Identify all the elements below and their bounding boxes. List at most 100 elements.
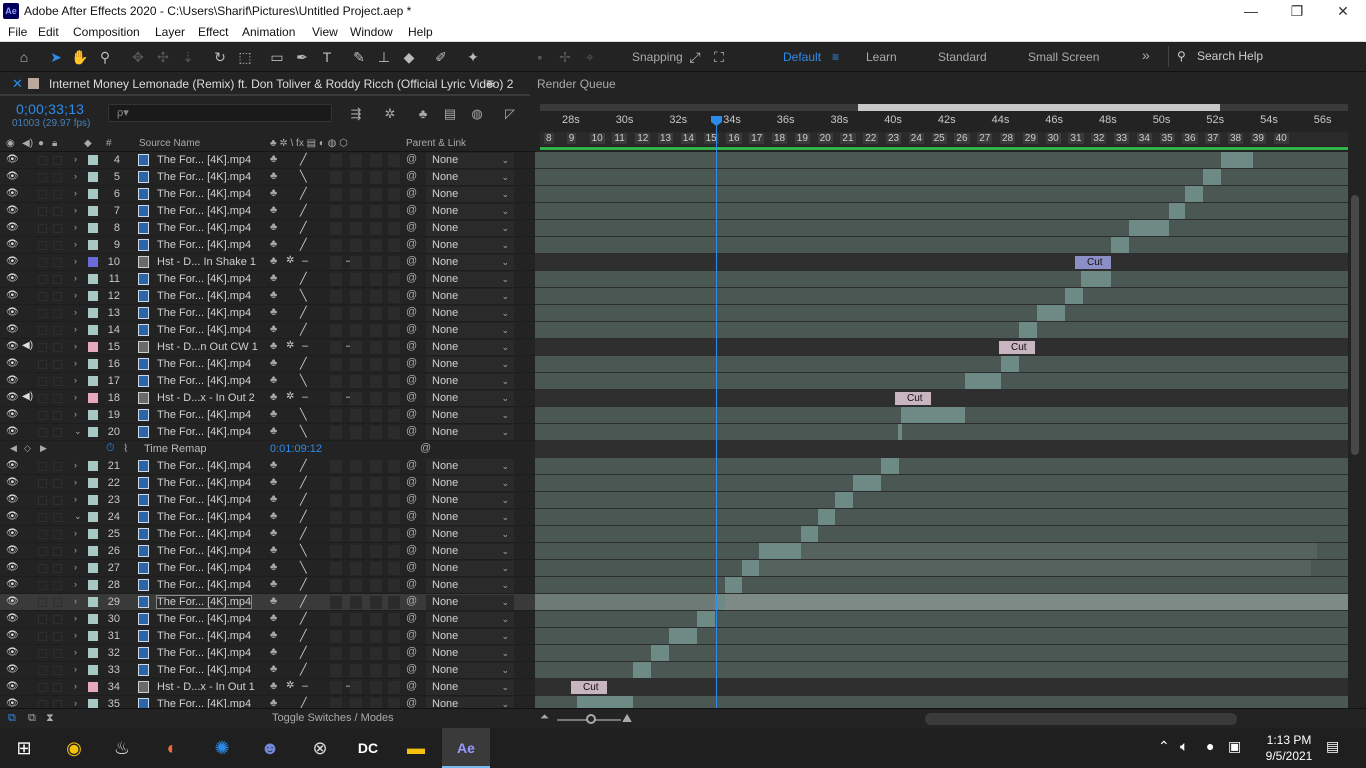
layer-name[interactable]: The For... [4K].mp4 [155, 595, 253, 609]
layer-clip[interactable] [1019, 322, 1037, 338]
3d-switch[interactable] [388, 290, 400, 303]
twirl-icon[interactable]: › [74, 307, 77, 317]
layer-track[interactable] [535, 458, 1348, 475]
quality-icon[interactable]: ╲ [300, 289, 307, 302]
twirl-icon[interactable]: › [74, 409, 77, 419]
layer-name[interactable]: The For... [4K].mp4 [157, 528, 251, 540]
comp-marker[interactable]: 32 [1091, 133, 1107, 144]
parent-select[interactable]: None ⌄ [426, 357, 514, 372]
shy-icon[interactable]: ♣ [270, 408, 277, 420]
stopwatch-icon[interactable]: ⏱ [106, 442, 115, 455]
pickwhip-icon[interactable]: @ [406, 306, 417, 318]
windows-start-icon[interactable]: ⊞ [0, 728, 48, 768]
motion-blur-switch[interactable] [350, 426, 362, 439]
adjustment-switch[interactable] [370, 392, 382, 405]
add-keyframe-icon[interactable]: ◇ [24, 443, 31, 454]
layer-name[interactable]: The For... [4K].mp4 [157, 647, 251, 659]
effect-switch[interactable] [330, 511, 342, 524]
shy-icon[interactable]: ♣ [270, 391, 277, 403]
layer-name[interactable]: The For... [4K].mp4 [157, 154, 251, 166]
comp-marker[interactable]: 25 [931, 133, 947, 144]
layer-row[interactable]: 👁︎ ⌄ 20 The For... [4K].mp4 ♣ ╲ @ None ⌄ [0, 424, 535, 441]
quality-icon[interactable]: ╲ [300, 561, 307, 574]
layer-clip[interactable] [759, 543, 801, 559]
adjustment-switch[interactable] [370, 188, 382, 201]
comp-marker[interactable]: 24 [908, 133, 924, 144]
quality-icon[interactable]: ╱ [300, 595, 307, 608]
quality-icon[interactable]: ╱ [300, 493, 307, 506]
parent-select[interactable]: None ⌄ [426, 629, 514, 644]
twirl-icon[interactable]: › [74, 579, 77, 589]
layer-clip[interactable] [669, 628, 697, 644]
lock-switch[interactable] [53, 564, 62, 573]
pickwhip-icon[interactable]: @ [406, 646, 417, 658]
motion-blur-switch[interactable] [350, 154, 362, 167]
battlenet-icon[interactable]: ✺ [198, 728, 246, 768]
comp-marker[interactable]: 36 [1182, 133, 1198, 144]
network-icon[interactable]: ▣ [1228, 738, 1241, 755]
adjustment-switch[interactable] [370, 324, 382, 337]
parent-select[interactable]: None ⌄ [426, 374, 514, 389]
effect-switch[interactable] [330, 171, 342, 184]
motion-blur-switch[interactable] [350, 630, 362, 643]
pickwhip-icon[interactable]: @ [406, 425, 417, 437]
effect-switch[interactable] [330, 613, 342, 626]
eye-icon[interactable]: 👁︎ [6, 358, 19, 369]
parent-select[interactable]: None ⌄ [426, 391, 514, 406]
layer-row[interactable]: 👁︎◀)›18Hst - D...x - In Out 2♣✲––@None⌄ [0, 390, 535, 407]
eye-icon[interactable]: 👁︎ [6, 392, 19, 403]
shy-icon[interactable]: ♣ [270, 629, 277, 641]
lock-switch[interactable] [53, 224, 62, 233]
layer-name[interactable]: The For... [4K].mp4 [157, 222, 251, 234]
twirl-icon[interactable]: › [74, 154, 77, 164]
layer-track[interactable] [535, 577, 1348, 594]
layer-clip[interactable] [835, 492, 853, 508]
label-color[interactable] [88, 495, 98, 505]
solo-switch[interactable] [38, 190, 47, 199]
layer-track[interactable] [535, 696, 1348, 708]
eye-icon[interactable]: 👁︎ [6, 341, 19, 352]
quality-icon[interactable]: ╱ [300, 459, 307, 472]
adjustment-switch[interactable] [370, 341, 382, 354]
lock-switch[interactable] [53, 479, 62, 488]
lock-switch[interactable] [53, 241, 62, 250]
solo-switch[interactable] [38, 700, 47, 708]
eye-icon[interactable]: 👁︎ [6, 511, 19, 522]
eye-icon[interactable]: 👁︎ [6, 579, 19, 590]
lock-switch[interactable] [53, 309, 62, 318]
lock-switch[interactable] [53, 190, 62, 199]
twirl-icon[interactable]: › [74, 613, 77, 623]
solo-switch[interactable] [38, 360, 47, 369]
composition-mini-flowchart-icon[interactable]: ⇶ [347, 106, 365, 122]
layer-clip[interactable] [577, 696, 633, 708]
layer-name[interactable]: The For... [4K].mp4 [157, 613, 251, 625]
adjustment-switch[interactable] [370, 528, 382, 541]
adjustment-switch[interactable] [370, 290, 382, 303]
label-color[interactable] [88, 223, 98, 233]
shy-icon[interactable]: ♣ [270, 272, 277, 284]
solo-switch[interactable] [38, 615, 47, 624]
motion-blur-switch[interactable] [350, 392, 362, 405]
menu-window[interactable]: Window [350, 25, 393, 39]
quality-icon[interactable]: ╱ [300, 697, 307, 708]
layer-clip[interactable] [697, 611, 715, 627]
composition-tab[interactable]: ✕ Internet Money Lemonade (Remix) ft. Do… [0, 72, 530, 96]
effect-switch[interactable] [330, 494, 342, 507]
3d-switch[interactable] [388, 528, 400, 541]
parent-select[interactable]: None ⌄ [426, 663, 514, 678]
motion-blur-switch[interactable] [350, 256, 362, 269]
layer-row[interactable]: 👁︎›34Hst - D...x - In Out 1♣✲––@None⌄ [0, 679, 535, 696]
layer-track[interactable]: Cut [535, 339, 1348, 356]
lock-switch[interactable] [53, 530, 62, 539]
layer-name[interactable]: The For... [4K].mp4 [157, 698, 251, 708]
adjustment-switch[interactable] [370, 596, 382, 609]
3d-switch[interactable] [388, 409, 400, 422]
parent-select[interactable]: None ⌄ [426, 595, 514, 610]
twirl-icon[interactable]: › [74, 664, 77, 674]
eye-icon[interactable]: 👁︎ [6, 562, 19, 573]
eye-icon[interactable]: 👁︎ [6, 239, 19, 250]
3d-switch[interactable] [388, 681, 400, 694]
eye-icon[interactable]: 👁︎ [6, 409, 19, 420]
origin-icon[interactable]: ◐ [148, 728, 196, 768]
label-color[interactable] [88, 665, 98, 675]
